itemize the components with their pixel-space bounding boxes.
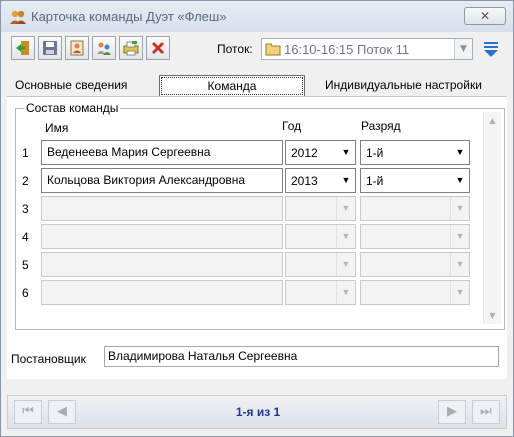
chevron-down-icon[interactable]: ▼ [450, 197, 469, 220]
window-title: Карточка команды Дуэт «Флеш» [31, 9, 227, 24]
team-card-window: Карточка команды Дуэт «Флеш» ✕ Поток: 16… [0, 0, 514, 437]
header-name: Имя [45, 121, 69, 135]
chevron-down-icon[interactable]: ▼ [450, 225, 469, 248]
row-number: 5 [22, 258, 29, 272]
filter-button[interactable] [479, 38, 503, 60]
member-year-select[interactable]: ▼ [285, 224, 356, 249]
member-name-field[interactable] [41, 252, 283, 277]
member-rank-select[interactable]: ▼ [360, 280, 470, 305]
users-button[interactable] [92, 36, 116, 60]
filter-icon [484, 42, 498, 57]
chevron-down-icon[interactable]: ▼ [336, 225, 355, 248]
member-name-field[interactable]: Кольцова Виктория Александровна [41, 168, 283, 193]
print-icon [123, 41, 139, 56]
producer-field[interactable]: Владимирова Наталья Сергеевна [104, 346, 499, 367]
group-title: Состав команды [24, 101, 121, 115]
member-year-select[interactable]: 2013 ▼ [285, 168, 356, 193]
team-panel: Состав команды Имя Год Разряд 1 Веденеев… [7, 96, 507, 379]
tab-individual-settings[interactable]: Индивидуальные настройки [325, 75, 513, 95]
potok-value: 16:10-16:15 Поток 11 [284, 42, 410, 57]
users-icon [97, 42, 111, 55]
member-name-field[interactable]: Веденеева Мария Сергеевна [41, 140, 283, 165]
folder-icon [265, 43, 281, 56]
row-number: 2 [22, 174, 29, 188]
year-value: 2013 [291, 174, 318, 188]
tab-strip: Основные сведения Команда Индивидуальные… [1, 75, 513, 97]
potok-select[interactable]: 16:10-16:15 Поток 11 ▼ [261, 38, 473, 60]
delete-button[interactable] [146, 36, 170, 60]
team-icon [10, 10, 26, 24]
member-rank-select[interactable]: ▼ [360, 252, 470, 277]
row-number: 4 [22, 230, 29, 244]
member-rank-select[interactable]: ▼ [360, 224, 470, 249]
card-button[interactable] [65, 36, 89, 60]
team-group: Состав команды Имя Год Разряд 1 Веденеев… [15, 101, 505, 330]
member-rank-select[interactable]: 1-й ▼ [360, 168, 470, 193]
record-navigator: ⏮ ◀ 1-я из 1 ▶ ⏭ [7, 395, 507, 429]
row-number: 6 [22, 286, 29, 300]
header-rank: Разряд [361, 119, 401, 133]
grid-scrollbar[interactable]: ▲ ▼ [483, 112, 501, 324]
member-name-field[interactable] [41, 196, 283, 221]
print-button[interactable] [119, 36, 143, 60]
row-number: 1 [22, 146, 29, 160]
last-record-button[interactable]: ⏭ [472, 400, 500, 424]
chevron-down-icon[interactable]: ▼ [450, 253, 469, 276]
scroll-up-icon[interactable]: ▲ [484, 112, 501, 129]
member-rank-select[interactable]: ▼ [360, 196, 470, 221]
year-value: 2012 [291, 146, 318, 160]
producer-label: Постановщик [11, 352, 86, 366]
save-icon [43, 41, 57, 55]
chevron-down-icon[interactable]: ▼ [337, 141, 355, 164]
member-year-select[interactable]: ▼ [285, 252, 356, 277]
delete-icon [152, 42, 164, 54]
rank-value: 1-й [366, 174, 384, 188]
member-name-field[interactable] [41, 224, 283, 249]
toolbar: Поток: 16:10-16:15 Поток 11 ▼ [1, 32, 513, 64]
chevron-down-icon[interactable]: ▼ [450, 281, 469, 304]
chevron-down-icon[interactable]: ▼ [451, 141, 469, 164]
record-position: 1-я из 1 [235, 405, 281, 419]
chevron-down-icon[interactable]: ▼ [337, 169, 355, 192]
member-year-select[interactable]: ▼ [285, 196, 356, 221]
potok-label: Поток: [217, 42, 253, 56]
chevron-down-icon[interactable]: ▼ [336, 197, 355, 220]
chevron-down-icon[interactable]: ▼ [336, 253, 355, 276]
scroll-down-icon[interactable]: ▼ [484, 307, 501, 324]
next-record-button[interactable]: ▶ [438, 400, 466, 424]
exit-button[interactable] [11, 36, 35, 60]
member-name-field[interactable] [41, 280, 283, 305]
exit-icon [16, 41, 29, 55]
title-bar: Карточка команды Дуэт «Флеш» ✕ [1, 1, 513, 32]
tab-team[interactable]: Команда [159, 75, 305, 97]
save-button[interactable] [38, 36, 62, 60]
team-grid: Имя Год Разряд 1 Веденеева Мария Сергеев… [19, 115, 481, 325]
tab-basic-info[interactable]: Основные сведения [15, 75, 155, 95]
header-year: Год [282, 119, 302, 133]
close-button[interactable]: ✕ [464, 7, 506, 25]
member-year-select[interactable]: ▼ [285, 280, 356, 305]
member-rank-select[interactable]: 1-й ▼ [360, 140, 470, 165]
rank-value: 1-й [366, 146, 384, 160]
person-card-icon [70, 40, 84, 56]
chevron-down-icon[interactable]: ▼ [454, 39, 472, 59]
chevron-down-icon[interactable]: ▼ [451, 169, 469, 192]
row-number: 3 [22, 202, 29, 216]
member-year-select[interactable]: 2012 ▼ [285, 140, 356, 165]
chevron-down-icon[interactable]: ▼ [336, 281, 355, 304]
